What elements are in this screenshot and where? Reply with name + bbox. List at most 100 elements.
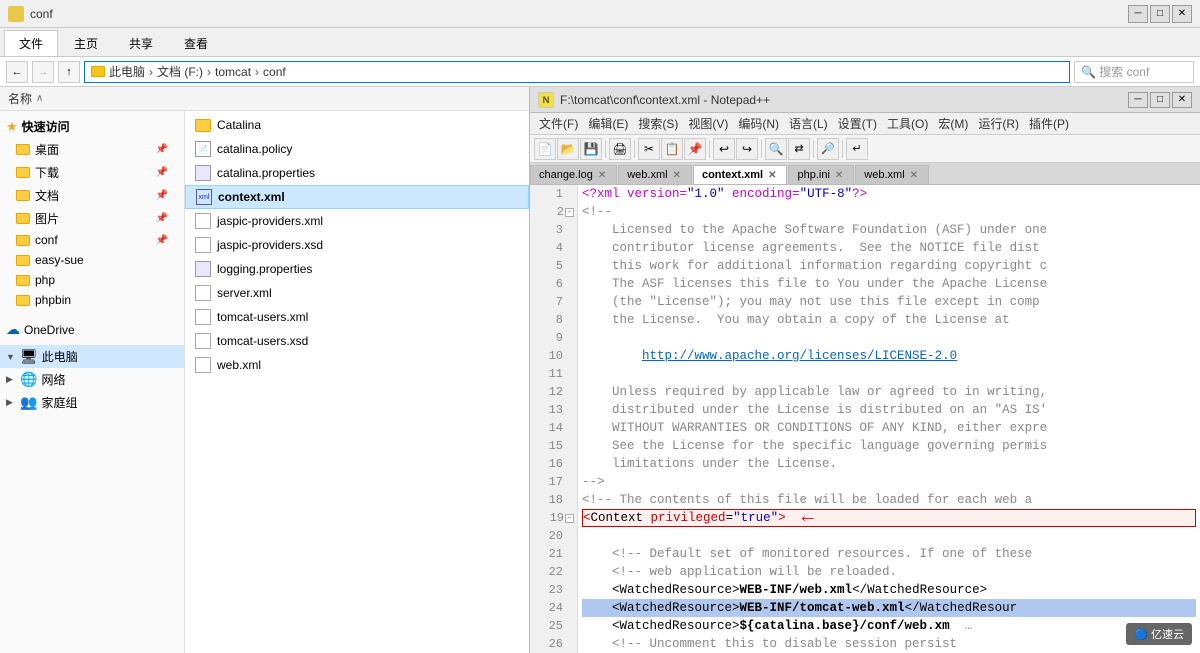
np-max-btn[interactable]: □ — [1150, 92, 1170, 108]
search-box[interactable]: 🔍 搜索 conf — [1074, 61, 1194, 83]
tool-print[interactable]: 🖨 — [609, 138, 631, 160]
address-path[interactable]: 此电脑 › 文档 (F:) › tomcat › conf — [84, 61, 1070, 83]
tab-home[interactable]: 主页 — [59, 30, 113, 56]
menu-run[interactable]: 运行(R) — [973, 114, 1024, 133]
code-line-13: distributed under the License is distrib… — [582, 401, 1196, 419]
code-line-18: <!-- The contents of this file will be l… — [582, 491, 1196, 509]
tab-changelog-close[interactable]: ✕ — [596, 170, 608, 181]
code-line-21: <!-- Default set of monitored resources.… — [582, 545, 1196, 563]
list-item-catalina[interactable]: Catalina — [185, 113, 529, 137]
menu-lang[interactable]: 语言(L) — [784, 114, 833, 133]
list-item-context[interactable]: xml context.xml — [185, 185, 529, 209]
code-line-12: Unless required by applicable law or agr… — [582, 383, 1196, 401]
close-button[interactable]: ✕ — [1172, 5, 1192, 23]
menu-view[interactable]: 视图(V) — [683, 114, 733, 133]
gutter-3: 3 — [530, 221, 577, 239]
tab-changelog-label: change.log — [539, 169, 593, 181]
back-button[interactable]: ← — [6, 61, 28, 83]
fold-2[interactable]: - — [565, 208, 574, 217]
gutter-17: 17 — [530, 473, 577, 491]
address-bar: ← → ↑ 此电脑 › 文档 (F:) › tomcat › conf 🔍 搜索… — [0, 57, 1200, 87]
tab-contextxml-close[interactable]: ✕ — [766, 170, 778, 181]
tree-item-pictures[interactable]: 图片 📌 — [0, 207, 184, 230]
gutter-24: 24 — [530, 599, 577, 617]
tool-save[interactable]: 💾 — [580, 138, 602, 160]
tab-share[interactable]: 共享 — [114, 30, 168, 56]
tree-item-onedrive[interactable]: ☁ OneDrive — [0, 318, 184, 341]
code-content[interactable]: <?xml version="1.0" encoding="UTF-8"?> <… — [578, 185, 1200, 653]
tab-phpini-label: php.ini — [797, 169, 829, 181]
gutter-1: 1 — [530, 185, 577, 203]
xml-icon-server — [195, 285, 211, 301]
folder-icon-easy — [16, 255, 30, 266]
tool-paste[interactable]: 📌 — [684, 138, 706, 160]
tree-item-conf[interactable]: conf 📌 — [0, 230, 184, 250]
file-name-catprops: catalina.properties — [217, 166, 315, 180]
tab-webxml1-close[interactable]: ✕ — [671, 170, 683, 181]
tree-item-computer[interactable]: ▼ 🖥 此电脑 — [0, 345, 184, 368]
menu-settings[interactable]: 设置(T) — [833, 114, 882, 133]
np-min-btn[interactable]: ─ — [1128, 92, 1148, 108]
list-item-tomcatxsd[interactable]: tomcat-users.xsd — [185, 329, 529, 353]
menu-macro[interactable]: 宏(M) — [933, 114, 973, 133]
menu-edit[interactable]: 编辑(E) — [583, 114, 633, 133]
docs-label: 文档 — [35, 187, 59, 204]
tool-copy[interactable]: 📋 — [661, 138, 683, 160]
column-name-label: 名称 — [8, 90, 32, 107]
up-button[interactable]: ↑ — [58, 61, 80, 83]
list-item-server[interactable]: server.xml — [185, 281, 529, 305]
tool-open[interactable]: 📂 — [557, 138, 579, 160]
gutter-11: 11 — [530, 365, 577, 383]
menu-search[interactable]: 搜索(S) — [633, 114, 683, 133]
editor-area[interactable]: 1 2- 3 4 5 6 7 8 9 10 11 12 13 14 15 16 — [530, 185, 1200, 653]
menu-plugin[interactable]: 插件(P) — [1024, 114, 1074, 133]
list-item-jaspic2[interactable]: jaspic-providers.xsd — [185, 233, 529, 257]
tool-zoom-in[interactable]: 🔎 — [817, 138, 839, 160]
tool-new[interactable]: 📄 — [534, 138, 556, 160]
main-content: 名称 ∧ ★ 快速访问 桌面 📌 — [0, 87, 1200, 653]
tab-phpini-close[interactable]: ✕ — [833, 170, 845, 181]
fold-19[interactable]: - — [565, 514, 574, 523]
tab-phpini[interactable]: php.ini ✕ — [788, 165, 854, 184]
tool-undo[interactable]: ↩ — [713, 138, 735, 160]
list-item-webxml[interactable]: web.xml — [185, 353, 529, 377]
file-name-jaspic2: jaspic-providers.xsd — [217, 238, 323, 252]
tab-webxml1[interactable]: web.xml ✕ — [618, 165, 692, 184]
forward-button[interactable]: → — [32, 61, 54, 83]
gutter-22: 22 — [530, 563, 577, 581]
computer-label: 此电脑 — [42, 348, 78, 365]
tool-replace[interactable]: ⇄ — [788, 138, 810, 160]
list-item-logging[interactable]: logging.properties — [185, 257, 529, 281]
tab-contextxml[interactable]: context.xml ✕ — [693, 165, 788, 184]
maximize-button[interactable]: □ — [1150, 5, 1170, 23]
list-item-tomcatusers[interactable]: tomcat-users.xml — [185, 305, 529, 329]
tab-webxml2-close[interactable]: ✕ — [908, 170, 920, 181]
list-item-jaspic1[interactable]: jaspic-providers.xml — [185, 209, 529, 233]
tree-item-desktop[interactable]: 桌面 📌 — [0, 138, 184, 161]
folder-icon-pics — [16, 213, 30, 224]
tree-item-downloads[interactable]: 下载 📌 — [0, 161, 184, 184]
tool-wrap[interactable]: ↵ — [846, 138, 868, 160]
menu-file[interactable]: 文件(F) — [534, 114, 583, 133]
tab-webxml2[interactable]: web.xml ✕ — [855, 165, 929, 184]
menu-tools[interactable]: 工具(O) — [882, 114, 933, 133]
tool-cut[interactable]: ✂ — [638, 138, 660, 160]
list-item-catprops[interactable]: catalina.properties — [185, 161, 529, 185]
tree-item-homegroup[interactable]: ▶ 👥 家庭组 — [0, 391, 184, 414]
tree-item-phpbin[interactable]: phpbin — [0, 290, 184, 310]
tool-redo[interactable]: ↪ — [736, 138, 758, 160]
np-close-btn[interactable]: ✕ — [1172, 92, 1192, 108]
tree-item-docs[interactable]: 文档 📌 — [0, 184, 184, 207]
tree-item-network[interactable]: ▶ 🌐 网络 — [0, 368, 184, 391]
folder-icon-docs — [16, 190, 30, 201]
tree-item-php[interactable]: php — [0, 270, 184, 290]
minimize-button[interactable]: ─ — [1128, 5, 1148, 23]
list-item-policy[interactable]: 📄 catalina.policy — [185, 137, 529, 161]
tab-file[interactable]: 文件 — [4, 30, 58, 56]
tab-view[interactable]: 查看 — [169, 30, 223, 56]
menu-encode[interactable]: 编码(N) — [733, 114, 784, 133]
tool-find[interactable]: 🔍 — [765, 138, 787, 160]
gutter-19: 19- — [530, 509, 577, 527]
tree-item-easy[interactable]: easy-sue — [0, 250, 184, 270]
tab-changelog[interactable]: change.log ✕ — [530, 165, 617, 184]
